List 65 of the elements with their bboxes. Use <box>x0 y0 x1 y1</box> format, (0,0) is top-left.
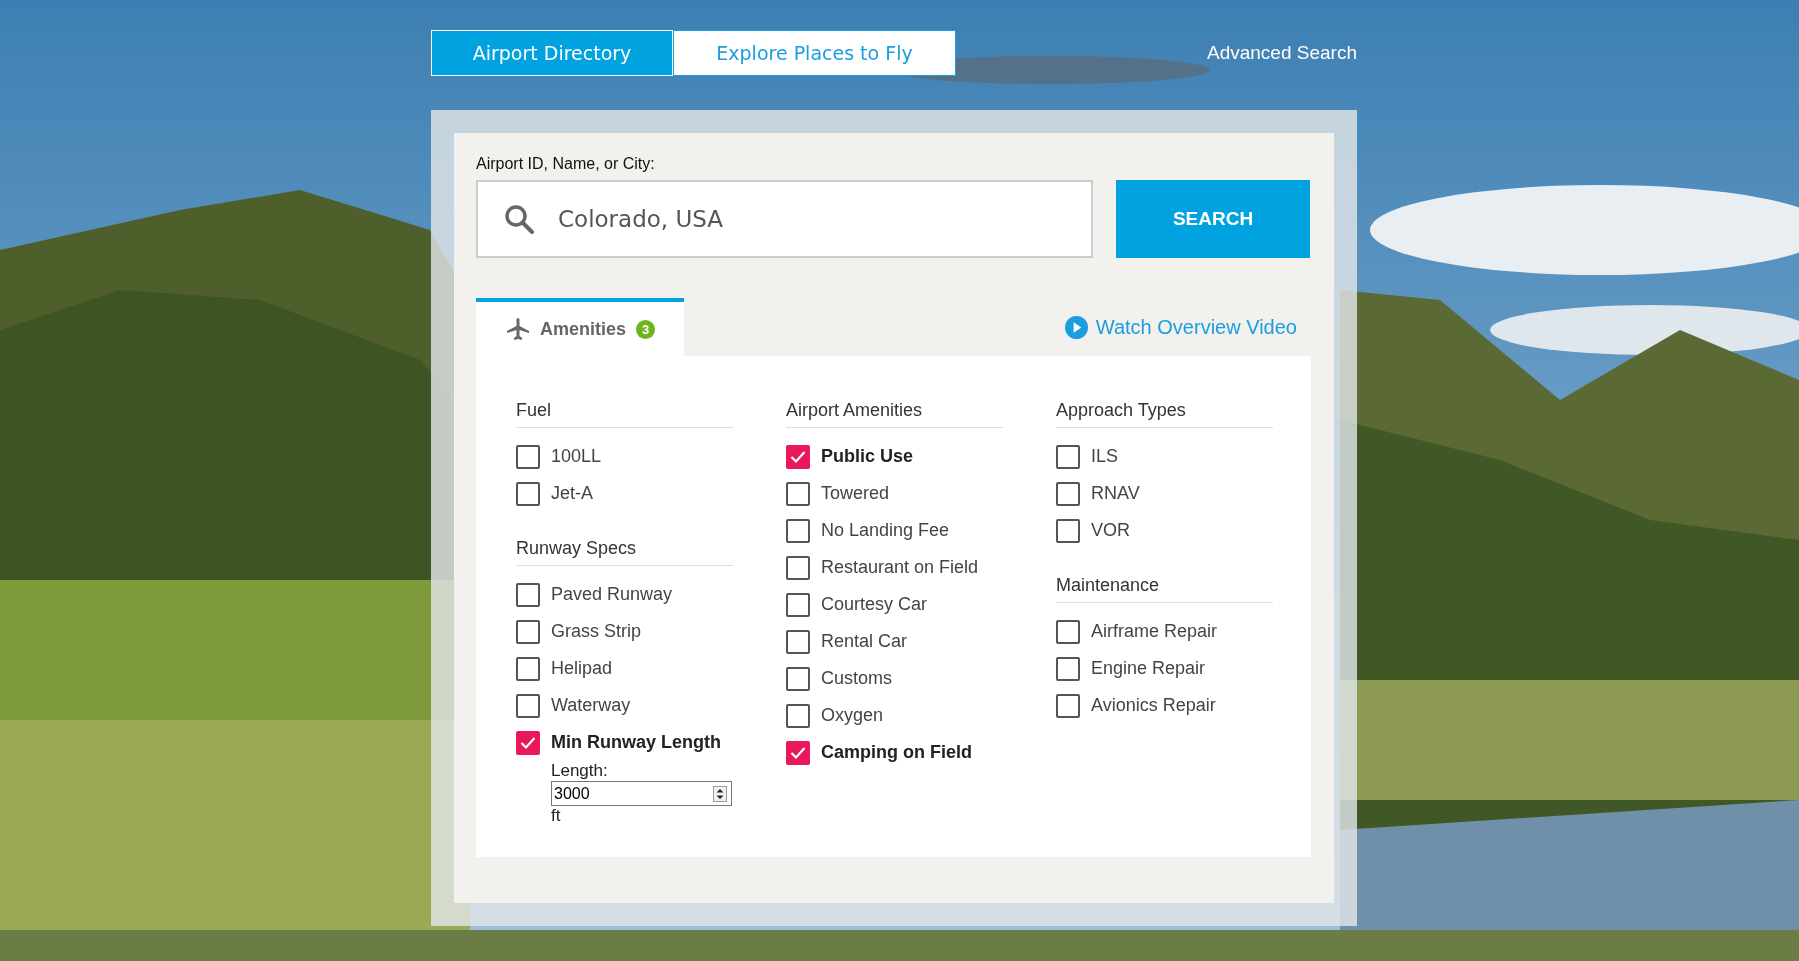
option-label[interactable]: Restaurant on Field <box>821 557 979 578</box>
checkbox[interactable] <box>786 481 810 506</box>
checkbox[interactable] <box>1056 518 1080 543</box>
search-field[interactable]: Colorado, USA <box>476 180 1093 258</box>
option-label[interactable]: Jet-A <box>551 483 593 504</box>
group-heading: Approach Types <box>1056 400 1273 428</box>
option-label[interactable]: Min Runway Length <box>551 732 721 753</box>
checkbox[interactable] <box>786 703 810 728</box>
checkbox[interactable] <box>516 693 540 718</box>
filter-tab[interactable]: Amenities 3 <box>476 298 684 356</box>
spinner-icon <box>713 785 727 802</box>
play-icon <box>1064 315 1088 339</box>
checkbox[interactable] <box>516 656 540 681</box>
option-label[interactable]: Customs <box>821 668 892 689</box>
checkmark-icon <box>790 449 806 464</box>
option-label[interactable]: Camping on Field <box>821 742 972 763</box>
option-label[interactable]: Engine Repair <box>1091 658 1206 679</box>
option-label[interactable]: ILS <box>1091 446 1119 467</box>
checkbox[interactable] <box>1056 619 1080 644</box>
group-heading: Airport Amenities <box>786 400 1003 428</box>
checkbox[interactable] <box>1056 693 1080 718</box>
checkbox[interactable] <box>516 444 540 469</box>
checkbox[interactable] <box>516 619 540 644</box>
option-label[interactable]: RNAV <box>1091 483 1140 504</box>
option-label[interactable]: No Landing Fee <box>821 520 950 541</box>
checkbox[interactable] <box>786 592 810 617</box>
checkmark-icon <box>520 735 536 750</box>
checkbox[interactable] <box>516 481 540 506</box>
checkbox[interactable] <box>786 444 810 469</box>
checkbox[interactable] <box>1056 481 1080 506</box>
checkbox[interactable] <box>786 666 810 691</box>
checkbox[interactable] <box>1056 444 1080 469</box>
checkbox[interactable] <box>786 629 810 654</box>
length-label: Length: <box>551 761 609 781</box>
option-label[interactable]: Airframe Repair <box>1091 621 1218 642</box>
field-label: Airport ID, Name, or City: <box>476 155 655 173</box>
airplane-icon <box>506 317 530 341</box>
tab-label: Amenities <box>540 318 627 340</box>
checkbox[interactable] <box>516 582 540 607</box>
option-label[interactable]: Helipad <box>551 658 613 679</box>
option-label[interactable]: Public Use <box>821 446 914 467</box>
option-label[interactable]: VOR <box>1091 520 1130 541</box>
group-heading: Fuel <box>516 400 733 428</box>
checkbox[interactable] <box>1056 656 1080 681</box>
search-icon <box>504 204 534 234</box>
option-label[interactable]: Waterway <box>551 695 631 716</box>
checkmark-icon <box>790 745 806 760</box>
option-label[interactable]: Paved Runway <box>551 584 673 605</box>
count-badge: 3 <box>636 319 656 339</box>
option-label[interactable]: Oxygen <box>821 705 884 726</box>
checkbox[interactable] <box>516 730 540 755</box>
option-label[interactable]: Avionics Repair <box>1091 695 1216 716</box>
option-label[interactable]: Rental Car <box>821 631 908 652</box>
checkbox[interactable] <box>786 518 810 543</box>
group-heading: Maintenance <box>1056 575 1273 603</box>
group-heading: Runway Specs <box>516 538 733 566</box>
option-label[interactable]: Grass Strip <box>551 621 642 642</box>
option-label[interactable]: Towered <box>821 483 890 504</box>
advanced-search-link[interactable]: Advanced Search <box>1207 42 1357 64</box>
length-field[interactable]: 3000 <box>551 781 732 806</box>
checkbox[interactable] <box>786 555 810 580</box>
option-label[interactable]: Courtesy Car <box>821 594 928 615</box>
unit-label: ft <box>551 806 562 826</box>
checkbox[interactable] <box>786 740 810 765</box>
option-label[interactable]: 100LL <box>551 446 602 467</box>
